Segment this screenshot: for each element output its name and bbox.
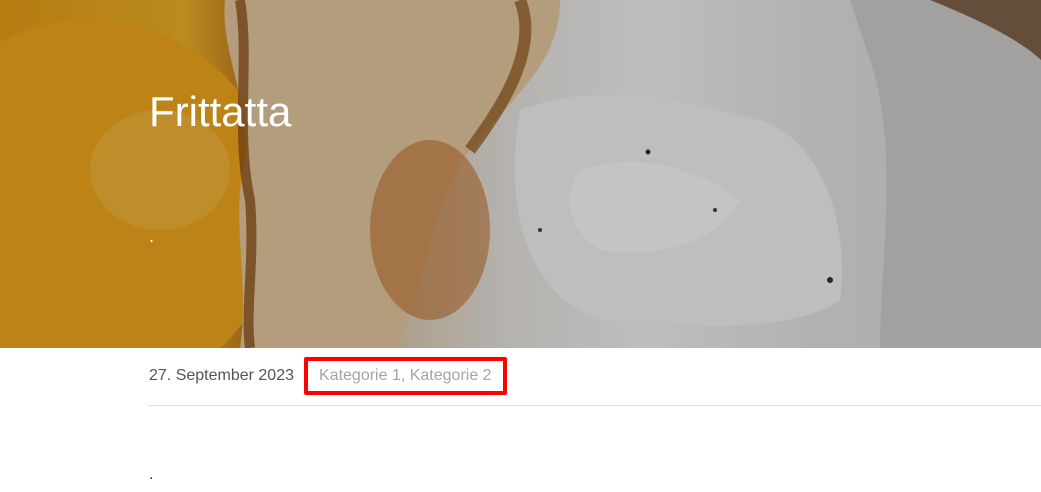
meta-divider	[149, 405, 1041, 406]
post-subtitle: .	[149, 226, 155, 246]
post-title: Frittatta	[149, 88, 292, 135]
hero-overlay	[0, 0, 1041, 348]
post-categories-link[interactable]: Kategorie 1, Kategorie 2	[304, 357, 507, 395]
hero-banner: Frittatta .	[0, 0, 1041, 348]
post-content: .	[149, 466, 154, 483]
post-meta: 27. September 2023 Kategorie 1, Kategori…	[149, 357, 507, 395]
post-date: 27. September 2023	[149, 367, 294, 384]
